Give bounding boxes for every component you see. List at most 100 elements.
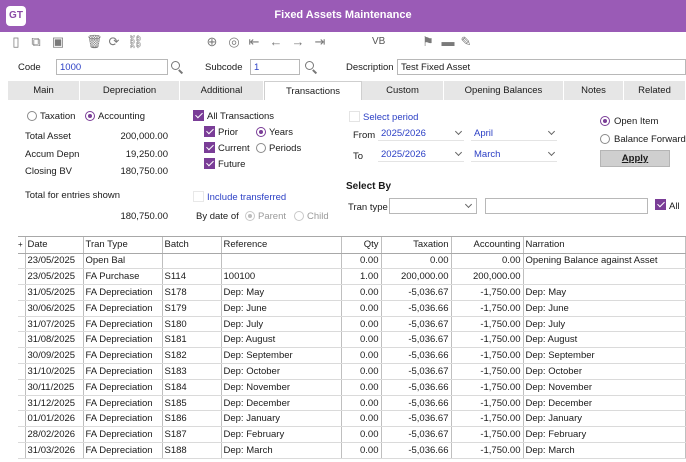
cell-narration[interactable]: Dep: July <box>523 316 686 333</box>
row-selector[interactable] <box>18 395 26 412</box>
cell-accounting[interactable]: 0.00 <box>451 253 524 270</box>
first-record-icon[interactable]: ⇤ <box>246 34 262 50</box>
table-row[interactable]: 31/07/2025 FA Depreciation S180 Dep: July 0.… <box>18 316 686 333</box>
table-row[interactable]: 28/02/2026 FA Depreciation S187 Dep: Februa… <box>18 426 686 444</box>
cell-tran-type[interactable]: FA Depreciation <box>83 363 163 380</box>
column-header-qty[interactable]: Qty <box>341 237 382 254</box>
cell-batch[interactable] <box>162 253 222 270</box>
table-row[interactable]: 31/10/2025 FA Depreciation S183 Dep: Octobe… <box>18 363 686 380</box>
binoculars-icon[interactable]: ⊕ <box>204 34 220 50</box>
cell-tran-type[interactable]: FA Depreciation <box>83 316 163 333</box>
subcode-search-icon[interactable] <box>304 60 318 74</box>
future-checkbox[interactable] <box>204 158 215 169</box>
table-row[interactable]: 31/03/2026 FA Depreciation S188 Dep: March 0… <box>18 442 686 459</box>
cell-reference[interactable]: Dep: May <box>221 284 342 301</box>
cell-reference[interactable]: Dep: October <box>221 363 342 380</box>
cell-qty[interactable]: 0.00 <box>341 316 382 333</box>
row-selector[interactable] <box>18 426 26 444</box>
cell-reference[interactable]: Dep: January <box>221 410 342 428</box>
cell-batch[interactable]: S188 <box>162 442 222 459</box>
row-selector[interactable] <box>18 316 26 333</box>
cell-qty[interactable]: 0.00 <box>341 300 382 317</box>
copy-icon[interactable]: ⧉ <box>28 34 44 50</box>
save-icon[interactable]: ▣ <box>50 34 66 50</box>
last-record-icon[interactable]: ⇥ <box>312 34 328 50</box>
refresh-icon[interactable]: ⟳ <box>106 34 122 50</box>
column-header-accounting[interactable]: Accounting <box>451 237 524 254</box>
cell-narration[interactable]: Dep: March <box>523 442 686 459</box>
table-row[interactable]: 30/09/2025 FA Depreciation S182 Dep: Septem… <box>18 347 686 365</box>
cell-qty[interactable]: 1.00 <box>341 268 382 286</box>
tab-opening-balances[interactable]: Opening Balances <box>444 81 564 100</box>
cell-qty[interactable]: 0.00 <box>341 426 382 444</box>
cell-taxation[interactable]: -5,036.66 <box>381 347 452 365</box>
row-selector[interactable] <box>18 410 26 428</box>
cell-tran-type[interactable]: FA Depreciation <box>83 347 163 365</box>
tab-notes[interactable]: Notes <box>564 81 624 100</box>
description-input[interactable]: Test Fixed Asset <box>397 59 686 75</box>
cell-date[interactable]: 31/12/2025 <box>25 395 84 412</box>
cell-date[interactable]: 31/08/2025 <box>25 331 84 349</box>
cell-date[interactable]: 28/02/2026 <box>25 426 84 444</box>
cell-date[interactable]: 31/03/2026 <box>25 442 84 459</box>
table-row[interactable]: 23/05/2025 FA Purchase S114 100100 1.00 200,0… <box>18 268 686 286</box>
new-document-icon[interactable]: ▯ <box>8 34 24 50</box>
cell-accounting[interactable]: -1,750.00 <box>451 410 524 428</box>
cell-batch[interactable]: S185 <box>162 395 222 412</box>
vb-label[interactable]: VB <box>372 36 385 47</box>
tran-type-search-input[interactable] <box>485 198 648 214</box>
cell-narration[interactable]: Opening Balance against Asset <box>523 253 686 270</box>
cell-qty[interactable]: 0.00 <box>341 442 382 459</box>
cell-accounting[interactable]: -1,750.00 <box>451 379 524 396</box>
cell-tran-type[interactable]: FA Depreciation <box>83 331 163 349</box>
balance-forward-radio[interactable] <box>600 134 610 144</box>
cell-taxation[interactable]: -5,036.67 <box>381 331 452 349</box>
apply-button[interactable]: Apply <box>600 150 670 167</box>
cell-narration[interactable]: Dep: January <box>523 410 686 428</box>
cell-taxation[interactable]: -5,036.67 <box>381 316 452 333</box>
cell-narration[interactable]: Dep: May <box>523 284 686 301</box>
cell-accounting[interactable]: -1,750.00 <box>451 363 524 380</box>
cell-batch[interactable]: S114 <box>162 268 222 286</box>
cell-reference[interactable]: Dep: June <box>221 300 342 317</box>
cell-reference[interactable]: Dep: March <box>221 442 342 459</box>
cell-taxation[interactable]: -5,036.67 <box>381 410 452 428</box>
row-selector[interactable] <box>18 442 26 459</box>
cell-batch[interactable]: S181 <box>162 331 222 349</box>
cell-narration[interactable]: Dep: February <box>523 426 686 444</box>
cell-qty[interactable]: 0.00 <box>341 331 382 349</box>
tab-custom[interactable]: Custom <box>362 81 444 100</box>
column-header-tran-type[interactable]: Tran Type <box>83 237 163 254</box>
row-selector[interactable] <box>18 300 26 317</box>
delete-icon[interactable]: 🗑 <box>86 34 103 50</box>
cell-accounting[interactable]: 200,000.00 <box>451 268 524 286</box>
cell-batch[interactable]: S182 <box>162 347 222 365</box>
cell-qty[interactable]: 0.00 <box>341 410 382 428</box>
row-selector[interactable] <box>18 331 26 349</box>
cell-tran-type[interactable]: FA Depreciation <box>83 379 163 396</box>
cell-narration[interactable]: Dep: September <box>523 347 686 365</box>
cell-date[interactable]: 30/09/2025 <box>25 347 84 365</box>
accounting-radio[interactable] <box>85 111 95 121</box>
table-row[interactable]: 30/11/2025 FA Depreciation S184 Dep: Novemb… <box>18 379 686 396</box>
table-row[interactable]: 31/05/2025 FA Depreciation S178 Dep: May 0.0… <box>18 284 686 301</box>
open-item-radio[interactable] <box>600 116 610 126</box>
cell-date[interactable]: 23/05/2025 <box>25 253 84 270</box>
next-record-icon[interactable]: → <box>290 34 306 50</box>
link-icon[interactable]: ⛓ <box>127 34 144 50</box>
tab-related[interactable]: Related <box>624 81 686 100</box>
row-selector[interactable] <box>18 379 26 396</box>
cell-accounting[interactable]: -1,750.00 <box>451 426 524 444</box>
parent-radio[interactable] <box>245 211 255 221</box>
to-month-dropdown[interactable]: March <box>471 147 557 162</box>
table-row[interactable]: 31/12/2025 FA Depreciation S185 Dep: Decemb… <box>18 395 686 412</box>
tran-type-dropdown[interactable] <box>389 198 477 214</box>
from-month-dropdown[interactable]: April <box>471 126 557 141</box>
cell-batch[interactable]: S183 <box>162 363 222 380</box>
row-selector[interactable] <box>18 268 26 286</box>
years-radio[interactable] <box>256 127 266 137</box>
cell-taxation[interactable]: -5,036.67 <box>381 284 452 301</box>
cell-taxation[interactable]: -5,036.67 <box>381 363 452 380</box>
cell-tran-type[interactable]: FA Depreciation <box>83 426 163 444</box>
cell-tran-type[interactable]: FA Purchase <box>83 268 163 286</box>
